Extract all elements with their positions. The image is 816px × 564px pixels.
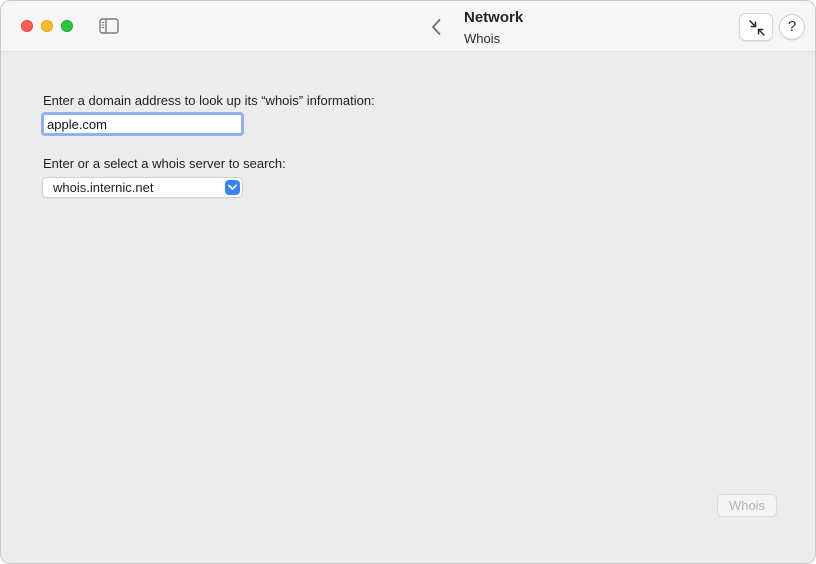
sidebar-toggle-button[interactable] (98, 16, 120, 36)
sidebar-toggle-icon (99, 18, 119, 34)
minimize-window-button[interactable] (41, 20, 53, 32)
question-mark-icon: ? (787, 18, 797, 35)
back-button[interactable] (427, 16, 447, 38)
close-window-button[interactable] (21, 20, 33, 32)
server-dropdown-button[interactable] (225, 180, 240, 195)
domain-label: Enter a domain address to look up its “w… (43, 93, 375, 108)
collapse-arrows-icon (749, 20, 765, 36)
chevron-left-icon (432, 19, 441, 35)
window-title: Network (464, 9, 524, 26)
whois-server-combobox[interactable]: whois.internic.net (42, 177, 243, 198)
chevron-down-icon (228, 184, 237, 190)
network-utility-window: Network Whois ? Enter a domain address t… (0, 0, 816, 564)
domain-input[interactable] (41, 112, 244, 136)
whois-button[interactable]: Whois (717, 494, 777, 517)
help-button[interactable]: ? (779, 14, 805, 40)
zoom-window-button[interactable] (61, 20, 73, 32)
title-bar: Network Whois ? (1, 1, 815, 52)
server-label: Enter or a select a whois server to sear… (43, 156, 286, 171)
whois-server-value[interactable]: whois.internic.net (53, 180, 153, 195)
window-subtitle: Whois (464, 31, 501, 46)
collapse-button[interactable] (739, 13, 773, 41)
